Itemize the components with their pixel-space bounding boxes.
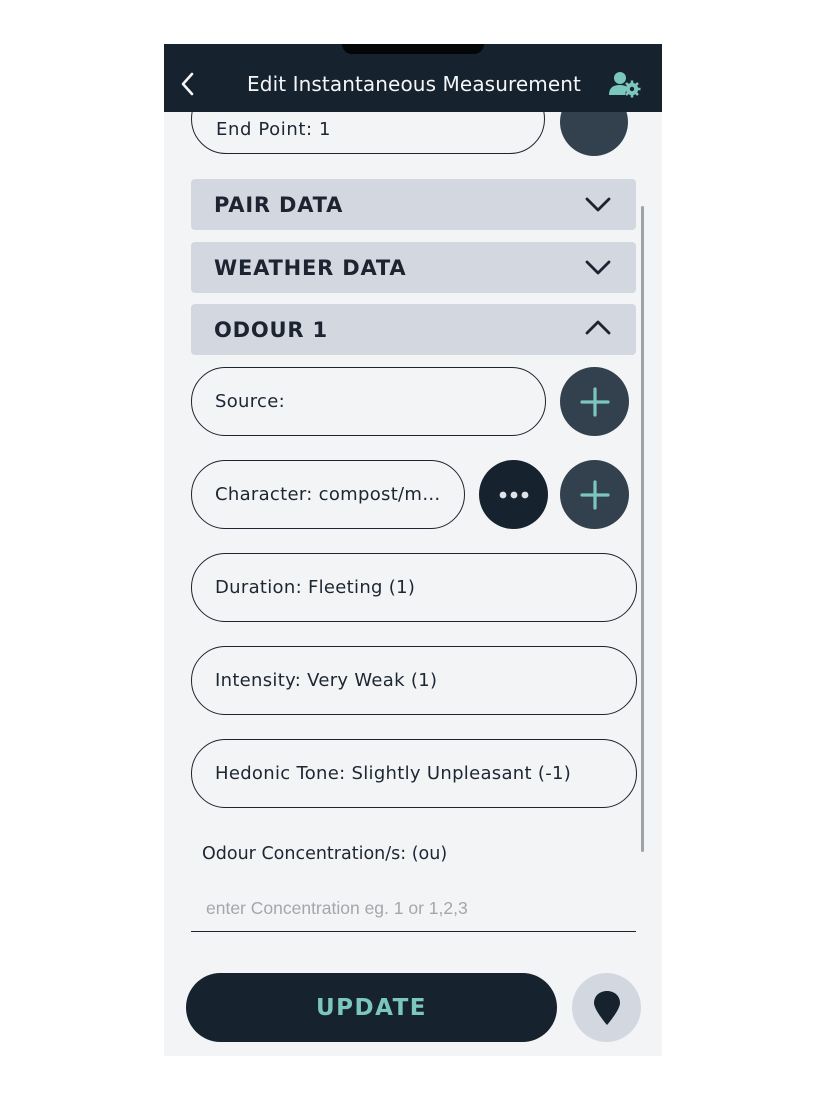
app-screen: End Point: 1 Edit Instantaneous Measurem… <box>164 44 662 1056</box>
section-pair-data-label: PAIR DATA <box>214 193 344 217</box>
top-bar: Edit Instantaneous Measurement <box>164 44 662 112</box>
section-weather-data-label: WEATHER DATA <box>214 256 407 280</box>
user-settings-icon <box>609 72 641 98</box>
section-odour-1-label: ODOUR 1 <box>214 318 328 342</box>
source-field-text: Source: <box>215 391 285 412</box>
hedonic-tone-field-text: Hedonic Tone: Slightly Unpleasant (-1) <box>215 763 572 784</box>
intensity-field[interactable]: Intensity: Very Weak (1) <box>191 646 637 715</box>
character-field-text: Character: compost/mul… <box>215 484 443 505</box>
more-options-button[interactable] <box>479 460 548 529</box>
plus-icon <box>579 479 610 510</box>
back-button[interactable] <box>176 70 198 98</box>
add-character-button[interactable] <box>560 460 629 529</box>
character-field[interactable]: Character: compost/mul… <box>191 460 465 529</box>
duration-field-text: Duration: Fleeting (1) <box>215 577 416 598</box>
add-source-button[interactable] <box>560 367 629 436</box>
end-point-label: End Point: 1 <box>216 119 332 140</box>
chevron-up-icon <box>585 320 611 335</box>
source-field[interactable]: Source: <box>191 367 546 436</box>
section-weather-data[interactable]: WEATHER DATA <box>191 242 636 293</box>
section-odour-1[interactable]: ODOUR 1 <box>191 304 636 355</box>
more-horizontal-icon <box>499 491 528 498</box>
update-button-label: UPDATE <box>315 994 428 1021</box>
chevron-down-icon <box>585 260 611 275</box>
chevron-left-icon <box>181 72 194 96</box>
user-settings-button[interactable] <box>608 70 642 98</box>
device-notch <box>342 44 484 54</box>
chevron-down-icon <box>585 197 611 212</box>
plus-icon <box>579 386 610 417</box>
hedonic-tone-field[interactable]: Hedonic Tone: Slightly Unpleasant (-1) <box>191 739 637 808</box>
location-button[interactable] <box>572 973 641 1042</box>
duration-field[interactable]: Duration: Fleeting (1) <box>191 553 637 622</box>
update-button[interactable]: UPDATE <box>186 973 557 1042</box>
scrollbar[interactable] <box>641 206 644 852</box>
section-pair-data[interactable]: PAIR DATA <box>191 179 636 230</box>
location-pin-icon <box>593 990 620 1025</box>
odour-concentration-label: Odour Concentration/s: (ou) <box>202 844 448 864</box>
odour-concentration-input[interactable] <box>191 886 636 932</box>
intensity-field-text: Intensity: Very Weak (1) <box>215 670 438 691</box>
page-title: Edit Instantaneous Measurement <box>247 72 581 96</box>
